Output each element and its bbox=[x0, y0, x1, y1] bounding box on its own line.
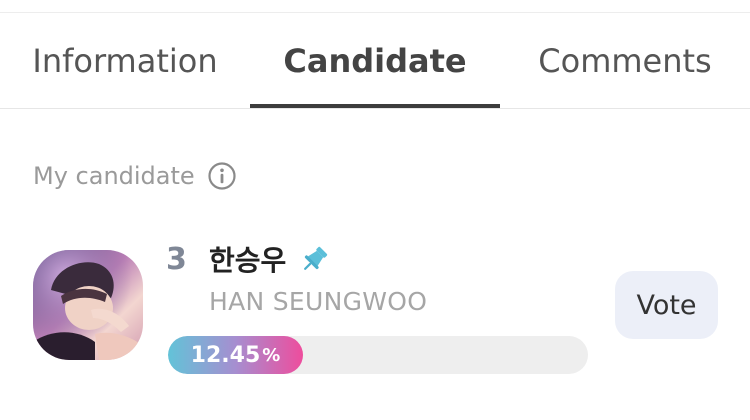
pushpin-icon[interactable] bbox=[298, 242, 332, 276]
vote-button[interactable]: Vote bbox=[615, 271, 718, 339]
candidate-rank: 3 bbox=[166, 241, 187, 277]
section-title: My candidate bbox=[33, 162, 195, 190]
info-icon[interactable] bbox=[207, 161, 237, 191]
vote-progress-bar: 12.45% bbox=[168, 336, 588, 374]
tab-comments[interactable]: Comments bbox=[500, 13, 750, 108]
vote-percent-value: 12.45 bbox=[190, 342, 261, 368]
vote-percent-label: 12.45% bbox=[168, 336, 303, 374]
candidate-photo bbox=[33, 250, 143, 360]
active-tab-indicator bbox=[250, 104, 500, 108]
tab-bar: Information Candidate Comments bbox=[0, 13, 750, 109]
candidate-name-korean: 한승우 bbox=[209, 244, 287, 277]
tab-candidate[interactable]: Candidate bbox=[250, 13, 500, 108]
candidate-avatar[interactable] bbox=[33, 250, 143, 360]
candidate-name-english: HAN SEUNGWOO bbox=[209, 286, 428, 316]
vote-percent-unit: % bbox=[262, 344, 281, 366]
tab-information[interactable]: Information bbox=[0, 13, 250, 108]
